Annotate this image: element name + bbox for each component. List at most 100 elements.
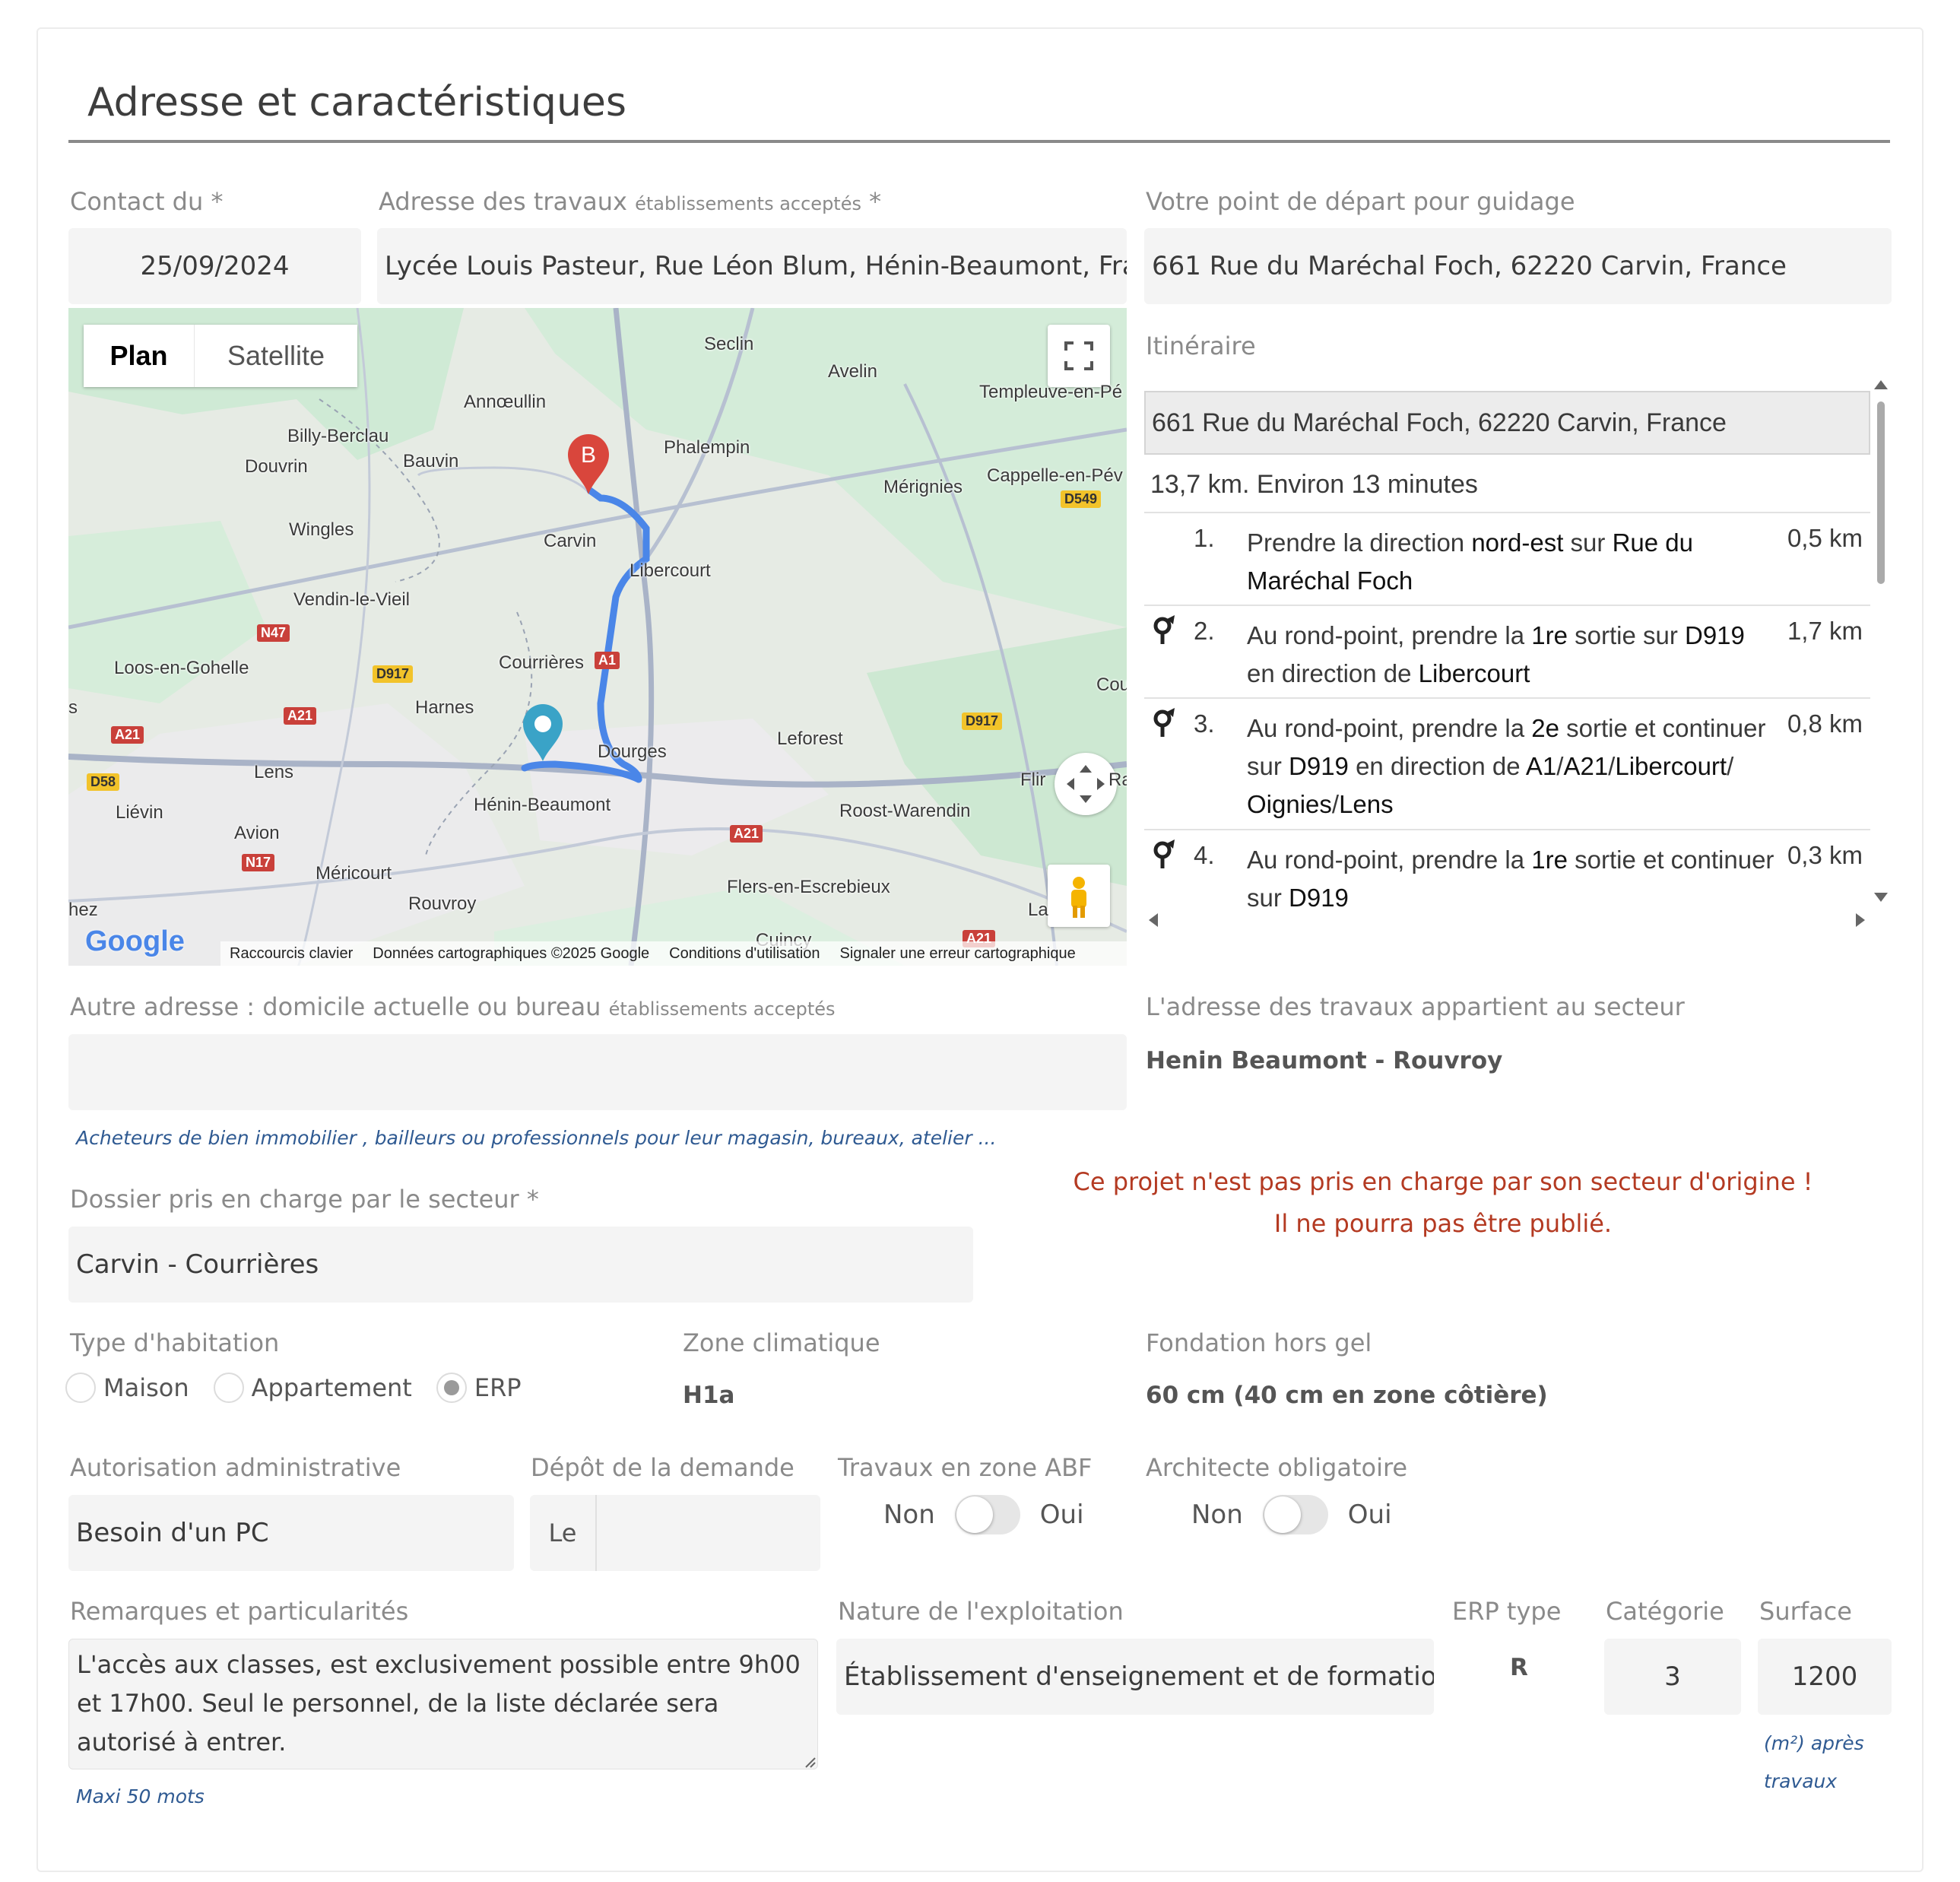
erp-type-label: ERP type: [1452, 1597, 1562, 1626]
keyboard-shortcuts-link[interactable]: Raccourcis clavier: [230, 945, 353, 963]
map-town-label: Vendin-le-Vieil: [293, 589, 410, 610]
map-tab-plan[interactable]: Plan: [84, 325, 194, 387]
map-road-shield: A21: [111, 726, 144, 744]
radio-erp[interactable]: [436, 1373, 467, 1403]
map-town-label: Mérignies: [883, 477, 963, 497]
warning-line-2: Il ne pourra pas être publié.: [1273, 1209, 1613, 1238]
terms-link[interactable]: Conditions d'utilisation: [669, 945, 820, 963]
map-road-shield: N17: [242, 854, 275, 871]
abf-toggle[interactable]: [954, 1495, 1020, 1534]
map-type-control: Plan Satellite: [84, 325, 357, 387]
departure-input[interactable]: 661 Rue du Maréchal Foch, 62220 Carvin, …: [1144, 228, 1892, 304]
nature-select[interactable]: Établissement d'enseignement et de forma…: [836, 1639, 1434, 1715]
map-town-label: Lens: [254, 762, 294, 782]
deposit-label: Dépôt de la demande: [531, 1453, 794, 1482]
architect-toggle[interactable]: [1262, 1495, 1328, 1534]
surface-unit-hint-2: travaux: [1764, 1770, 1838, 1792]
itinerary-panel[interactable]: 661 Rue du Maréchal Foch, 62220 Carvin, …: [1144, 388, 1885, 934]
map-town-label: Flir: [1020, 770, 1046, 790]
surface-unit-hint: (m²) après: [1764, 1732, 1864, 1754]
map-road-shield: D549: [1061, 490, 1102, 508]
radio-appartement-label: Appartement: [251, 1373, 412, 1402]
resize-handle-icon[interactable]: [803, 1755, 817, 1769]
street-view-button[interactable]: [1048, 865, 1110, 927]
marker-b-icon[interactable]: B: [566, 433, 611, 496]
map-town-label: Seclin: [704, 334, 754, 354]
erp-type-value: R: [1510, 1654, 1528, 1681]
map-town-label: Douvrin: [245, 456, 308, 477]
itinerary-step[interactable]: 3. Au rond-point, prendre la 2e sortie e…: [1144, 697, 1870, 829]
map-road-shield: N47: [257, 624, 290, 642]
itinerary-horizontal-scrollbar[interactable]: [1144, 909, 1870, 931]
map-town-label: Hénin-Beaumont: [474, 795, 611, 815]
map-town-label: s: [68, 697, 78, 718]
deposit-date-group: Le: [530, 1495, 820, 1571]
authorization-select[interactable]: Besoin d'un PC: [68, 1495, 514, 1571]
map-town-label: Avelin: [828, 361, 877, 382]
map-town-label: Roost-Warendin: [839, 801, 971, 821]
map-road-shield: D917: [373, 665, 414, 683]
deposit-prefix: Le: [530, 1495, 597, 1571]
climate-zone-label: Zone climatique: [683, 1328, 880, 1357]
map-tab-satellite[interactable]: Satellite: [194, 325, 357, 387]
report-error-link[interactable]: Signaler une erreur cartographique: [840, 945, 1076, 963]
roundabout-icon: [1153, 708, 1175, 737]
map-town-label: Loos-en-Gohelle: [114, 658, 249, 678]
map-town-label: Annœullin: [464, 392, 547, 412]
remarks-label: Remarques et particularités: [70, 1597, 409, 1626]
remarks-textarea[interactable]: L'accès aux classes, est exclusivement p…: [68, 1639, 818, 1769]
radio-maison[interactable]: [65, 1373, 96, 1403]
map-town-label: Libercourt: [630, 560, 711, 581]
architect-label: Architecte obligatoire: [1146, 1453, 1408, 1482]
abf-toggle-knob: [956, 1496, 993, 1533]
surface-input[interactable]: 1200: [1758, 1639, 1892, 1715]
map-road-shield: D917: [962, 712, 1003, 730]
map-town-label: Billy-Berclau: [287, 426, 389, 446]
housing-type-label: Type d'habitation: [70, 1328, 280, 1357]
contact-label: Contact du *: [70, 187, 224, 216]
itinerary-label: Itinéraire: [1146, 332, 1256, 360]
itinerary-vertical-scrollbar[interactable]: [1872, 379, 1890, 905]
itinerary-step[interactable]: 1. Prendre la direction nord-est sur Rue…: [1144, 512, 1870, 605]
title-divider: [68, 140, 1890, 143]
foundation-value: 60 cm (40 cm en zone côtière): [1146, 1382, 1548, 1409]
abf-yes-label: Oui: [1039, 1500, 1084, 1530]
roundabout-icon: [1153, 615, 1175, 644]
google-logo: Google: [85, 925, 185, 957]
departure-label: Votre point de départ pour guidage: [1146, 187, 1575, 216]
map-town-label: Dourges: [598, 741, 667, 762]
radio-appartement[interactable]: [213, 1373, 244, 1403]
map-town-label: Leforest: [777, 728, 843, 749]
map-town-label: Cou: [1096, 674, 1127, 695]
map-town-label: Wingles: [289, 519, 354, 540]
deposit-date-input[interactable]: [597, 1495, 820, 1571]
category-label: Catégorie: [1606, 1597, 1724, 1626]
architect-yes-label: Oui: [1347, 1500, 1392, 1530]
address-input[interactable]: Lycée Louis Pasteur, Rue Léon Blum, Héni…: [377, 228, 1127, 304]
other-address-input[interactable]: [68, 1034, 1127, 1110]
abf-no-label: Non: [883, 1500, 935, 1530]
map-road-shield: A21: [284, 707, 317, 725]
warning-line-1: Ce projet n'est pas pris en charge par s…: [1073, 1167, 1813, 1196]
map-road-shield: A1: [595, 652, 620, 669]
other-address-hint: Acheteurs de bien immobilier , bailleurs…: [76, 1127, 997, 1149]
map-canvas: [68, 308, 1127, 966]
step-text: Au rond-point, prendre la 2e sortie et c…: [1247, 714, 1766, 818]
fullscreen-button[interactable]: [1048, 325, 1110, 387]
handled-by-select[interactable]: Carvin - Courrières: [68, 1227, 973, 1303]
map-view[interactable]: Plan Satellite B Seclin Avelin Templeuve…: [68, 308, 1127, 966]
map-town-label: hez: [68, 900, 98, 920]
map-town-label: Phalempin: [664, 437, 750, 458]
itinerary-start: 661 Rue du Maréchal Foch, 62220 Carvin, …: [1144, 391, 1870, 455]
map-pan-control[interactable]: [1055, 753, 1117, 815]
remarks-hint: Maxi 50 mots: [76, 1785, 205, 1807]
svg-text:B: B: [581, 443, 596, 468]
other-address-label: Autre adresse : domicile actuelle ou bur…: [70, 992, 836, 1021]
contact-date-field[interactable]: 25/09/2024: [68, 228, 361, 304]
radio-erp-label: ERP: [474, 1373, 522, 1402]
category-input[interactable]: 3: [1604, 1639, 1741, 1715]
marker-a-icon[interactable]: [522, 703, 564, 763]
roundabout-icon: [1153, 839, 1175, 868]
housing-type-group: Maison Appartement ERP: [65, 1373, 522, 1403]
itinerary-step[interactable]: 2. Au rond-point, prendre la 1re sortie …: [1144, 605, 1870, 697]
